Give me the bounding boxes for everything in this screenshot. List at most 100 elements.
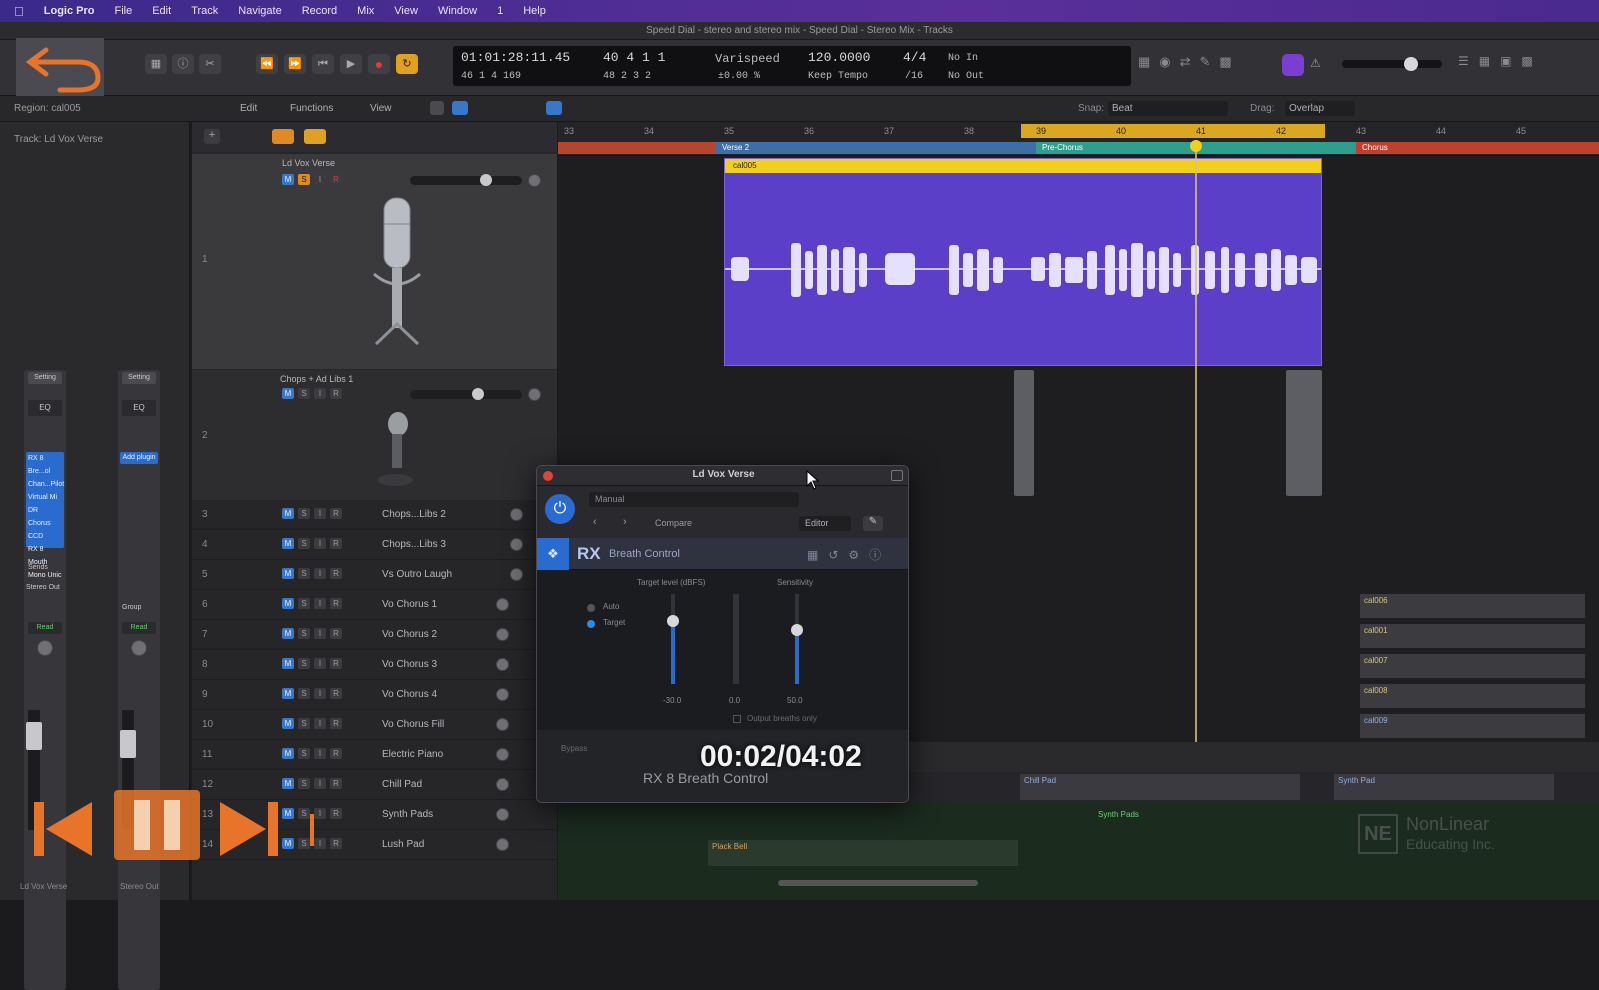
- track-11-solo[interactable]: S: [298, 748, 310, 759]
- track-row-4[interactable]: 4 M S I R Chops...Libs 3: [192, 530, 557, 560]
- ch1-setting[interactable]: Setting: [28, 372, 62, 384]
- track-9-pan-knob[interactable]: [496, 688, 509, 701]
- rx-toolbar-icons[interactable]: ▦↺⚙ⓘ: [807, 546, 891, 563]
- audio-region-small-2[interactable]: [1286, 370, 1322, 496]
- track-row-8[interactable]: 8 M S I R Vo Chorus 3: [192, 650, 557, 680]
- track-12-pan-knob[interactable]: [496, 778, 509, 791]
- track-row-3[interactable]: 3 M S I R Chops...Libs 2: [192, 500, 557, 530]
- track-11-record[interactable]: R: [330, 748, 342, 759]
- menu-help[interactable]: Help: [523, 5, 546, 17]
- track-12-mute[interactable]: M: [282, 778, 294, 789]
- master-volume-handle[interactable]: [1404, 57, 1418, 71]
- bypass-label[interactable]: Bypass: [561, 744, 587, 753]
- right-toolbar-icons[interactable]: ☰▦▣▩: [1458, 54, 1543, 68]
- track-name-3[interactable]: Chops...Libs 2: [382, 509, 446, 520]
- track-4-record[interactable]: R: [330, 538, 342, 549]
- track-10-solo[interactable]: S: [298, 718, 310, 729]
- track-10-mute[interactable]: M: [282, 718, 294, 729]
- ch1-plugin-1[interactable]: RX 8 Bre...ol: [26, 452, 64, 478]
- snap-select[interactable]: Beat: [1108, 101, 1228, 116]
- marker-intro[interactable]: [558, 142, 716, 154]
- target-slider-handle[interactable]: [667, 615, 679, 627]
- forward-button[interactable]: ⏩: [284, 54, 306, 74]
- track-1-volume-handle[interactable]: [480, 174, 492, 186]
- track-9-mute[interactable]: M: [282, 688, 294, 699]
- track-name-5[interactable]: Vs Outro Laugh: [382, 569, 452, 580]
- track-10-input[interactable]: I: [314, 718, 326, 729]
- automation-button[interactable]: [452, 101, 468, 115]
- track-5-pan-knob[interactable]: [510, 568, 523, 581]
- track-row-1[interactable]: 1 Ld Vox Verse M S I R: [192, 154, 557, 369]
- preset-select[interactable]: Manual: [589, 492, 799, 507]
- next-preset-button[interactable]: ›: [623, 516, 627, 528]
- global-tracks-button[interactable]: [272, 129, 294, 144]
- library-button[interactable]: ▦: [145, 54, 167, 74]
- track-name-8[interactable]: Vo Chorus 3: [382, 659, 437, 670]
- target-slider[interactable]: [667, 594, 679, 684]
- track-4-pan-knob[interactable]: [510, 538, 523, 551]
- track-4-input[interactable]: I: [314, 538, 326, 549]
- menu-app-name[interactable]: Logic Pro: [44, 5, 95, 17]
- track-7-pan-knob[interactable]: [496, 628, 509, 641]
- ch2-pan-knob[interactable]: [131, 640, 147, 656]
- undo-overlay[interactable]: [16, 38, 104, 96]
- track-name-1[interactable]: Ld Vox Verse: [282, 158, 335, 168]
- track-3-record[interactable]: R: [330, 508, 342, 519]
- track-3-pan-knob[interactable]: [510, 508, 523, 521]
- track-7-input[interactable]: I: [314, 628, 326, 639]
- ch2-add-plugin[interactable]: Add plugin: [120, 452, 158, 464]
- track-2-record[interactable]: R: [330, 388, 342, 399]
- small-region-4[interactable]: cal008: [1360, 684, 1585, 708]
- lcd-display[interactable]: 01:01:28:11.45 46 1 4 169 40 4 1 1 48 2 …: [452, 45, 1132, 87]
- menu-window[interactable]: Window: [438, 5, 477, 17]
- track-row-11[interactable]: 11 M S I R Electric Piano: [192, 740, 557, 770]
- menu-file[interactable]: File: [114, 5, 132, 17]
- playhead-handle[interactable]: [1190, 140, 1202, 152]
- horizontal-scrollbar[interactable]: [778, 880, 978, 886]
- view-menu[interactable]: View: [370, 103, 392, 114]
- track-row-2[interactable]: 2 Chops + Ad Libs 1 M S I R: [192, 370, 557, 500]
- ch1-sends[interactable]: Sends: [28, 564, 48, 571]
- ch2-fader[interactable]: [120, 730, 136, 758]
- menu-track[interactable]: Track: [191, 5, 218, 17]
- menu-record[interactable]: Record: [302, 5, 337, 17]
- track-8-input[interactable]: I: [314, 658, 326, 669]
- track-name-9[interactable]: Vo Chorus 4: [382, 689, 437, 700]
- track-row-9[interactable]: 9 M S I R Vo Chorus 4: [192, 680, 557, 710]
- track-9-input[interactable]: I: [314, 688, 326, 699]
- skip-back-icon[interactable]: [30, 800, 100, 860]
- audio-region-small-1[interactable]: [1014, 370, 1034, 496]
- track-5-input[interactable]: I: [314, 568, 326, 579]
- power-icon[interactable]: ⏻: [545, 494, 575, 524]
- mode-auto-radio[interactable]: [587, 604, 595, 612]
- track-13-pan-knob[interactable]: [496, 808, 509, 821]
- track-11-input[interactable]: I: [314, 748, 326, 759]
- audio-region-main[interactable]: cal005: [724, 158, 1322, 366]
- playhead[interactable]: [1195, 140, 1197, 800]
- pointer-tool-button[interactable]: [546, 101, 562, 115]
- link-button[interactable]: ✎: [863, 516, 883, 531]
- track-2-solo[interactable]: S: [298, 388, 310, 399]
- ch1-output[interactable]: Stereo Out: [26, 584, 60, 591]
- small-region-2[interactable]: cal001: [1360, 624, 1585, 648]
- small-region-5[interactable]: cal009: [1360, 714, 1585, 738]
- ch2-setting[interactable]: Setting: [122, 372, 156, 384]
- output-breaths-checkbox[interactable]: [733, 715, 741, 723]
- track-2-volume-slider[interactable]: [410, 388, 522, 400]
- track-2-mute[interactable]: M: [282, 388, 294, 399]
- ch1-plugin-4[interactable]: DR: [26, 504, 64, 517]
- track-7-mute[interactable]: M: [282, 628, 294, 639]
- track-5-solo[interactable]: S: [298, 568, 310, 579]
- track-8-solo[interactable]: S: [298, 658, 310, 669]
- track-8-pan-knob[interactable]: [496, 658, 509, 671]
- ruler[interactable]: 33 34 35 36 37 38 39 40 41 42 43 44 45 V…: [558, 122, 1599, 156]
- track-name-14[interactable]: Lush Pad: [382, 839, 424, 850]
- plack-bell-region[interactable]: Plack Bell: [708, 840, 1018, 866]
- track-14-record[interactable]: R: [330, 838, 342, 849]
- ch1-fader[interactable]: [26, 722, 42, 750]
- go-to-start-button[interactable]: ⏮: [312, 54, 334, 74]
- track-6-pan-knob[interactable]: [496, 598, 509, 611]
- track-2-volume-handle[interactable]: [472, 388, 484, 400]
- drag-select[interactable]: Overlap: [1285, 101, 1355, 116]
- track-13-record[interactable]: R: [330, 808, 342, 819]
